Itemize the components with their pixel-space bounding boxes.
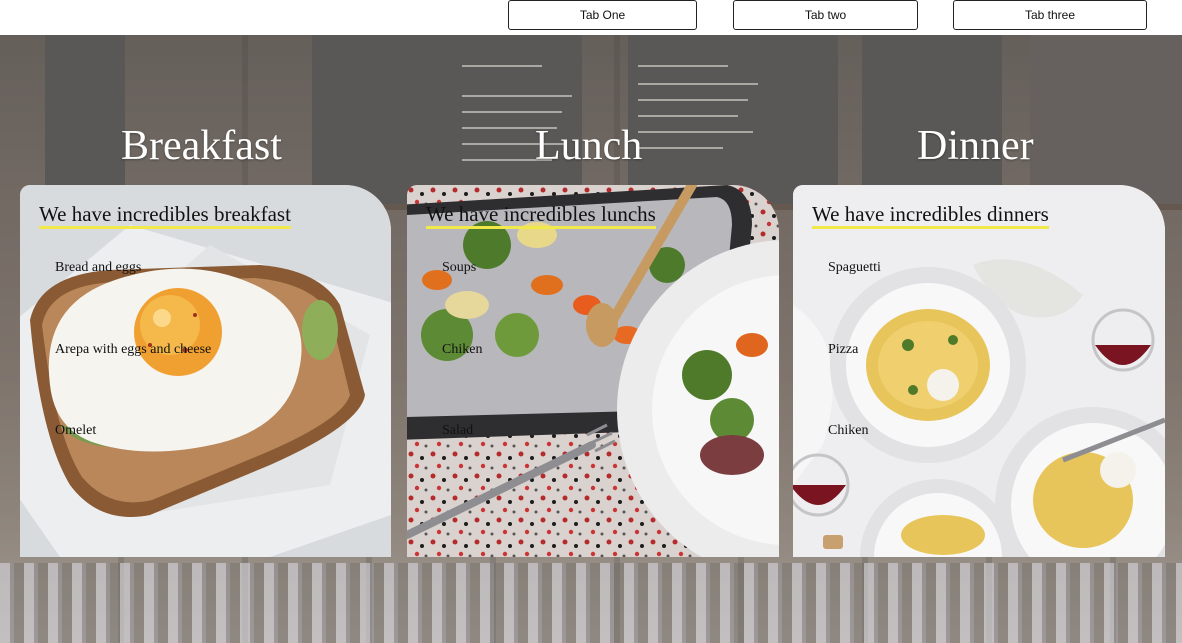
breakfast-card: We have incredibles breakfast Bread and … — [20, 185, 391, 557]
menu-item: Pizza — [828, 342, 859, 357]
lunch-card-heading: We have incredibles lunchs — [426, 202, 656, 229]
menu-item: Omelet — [55, 423, 97, 438]
lunch-card: We have incredibles lunchs Soups Chiken … — [407, 185, 779, 557]
menu-item: Bread and eggs — [55, 260, 142, 275]
dinner-photo — [793, 185, 1165, 557]
tab-three-button[interactable]: Tab three — [953, 0, 1147, 30]
lunch-title: Lunch — [535, 123, 643, 169]
menu-item: Chiken — [442, 342, 483, 357]
menu-item: Spaguetti — [828, 260, 881, 275]
breakfast-photo — [20, 185, 391, 557]
tab-two-button[interactable]: Tab two — [733, 0, 918, 30]
dinner-card-heading: We have incredibles dinners — [812, 202, 1049, 229]
dinner-card: We have incredibles dinners Spaguetti Pi… — [793, 185, 1165, 557]
menu-item: Soups — [442, 260, 477, 275]
menu-item: Chiken — [828, 423, 869, 438]
menu-item: Salad — [442, 423, 474, 438]
breakfast-card-heading: We have incredibles breakfast — [39, 202, 291, 229]
menu-item: Arepa with eggs and cheese — [55, 342, 212, 357]
dinner-title: Dinner — [917, 123, 1034, 169]
lunch-photo — [407, 185, 779, 557]
tab-one-button[interactable]: Tab One — [508, 0, 697, 30]
tab-bar: Tab One Tab two Tab three — [0, 0, 1182, 35]
breakfast-title: Breakfast — [121, 123, 282, 169]
